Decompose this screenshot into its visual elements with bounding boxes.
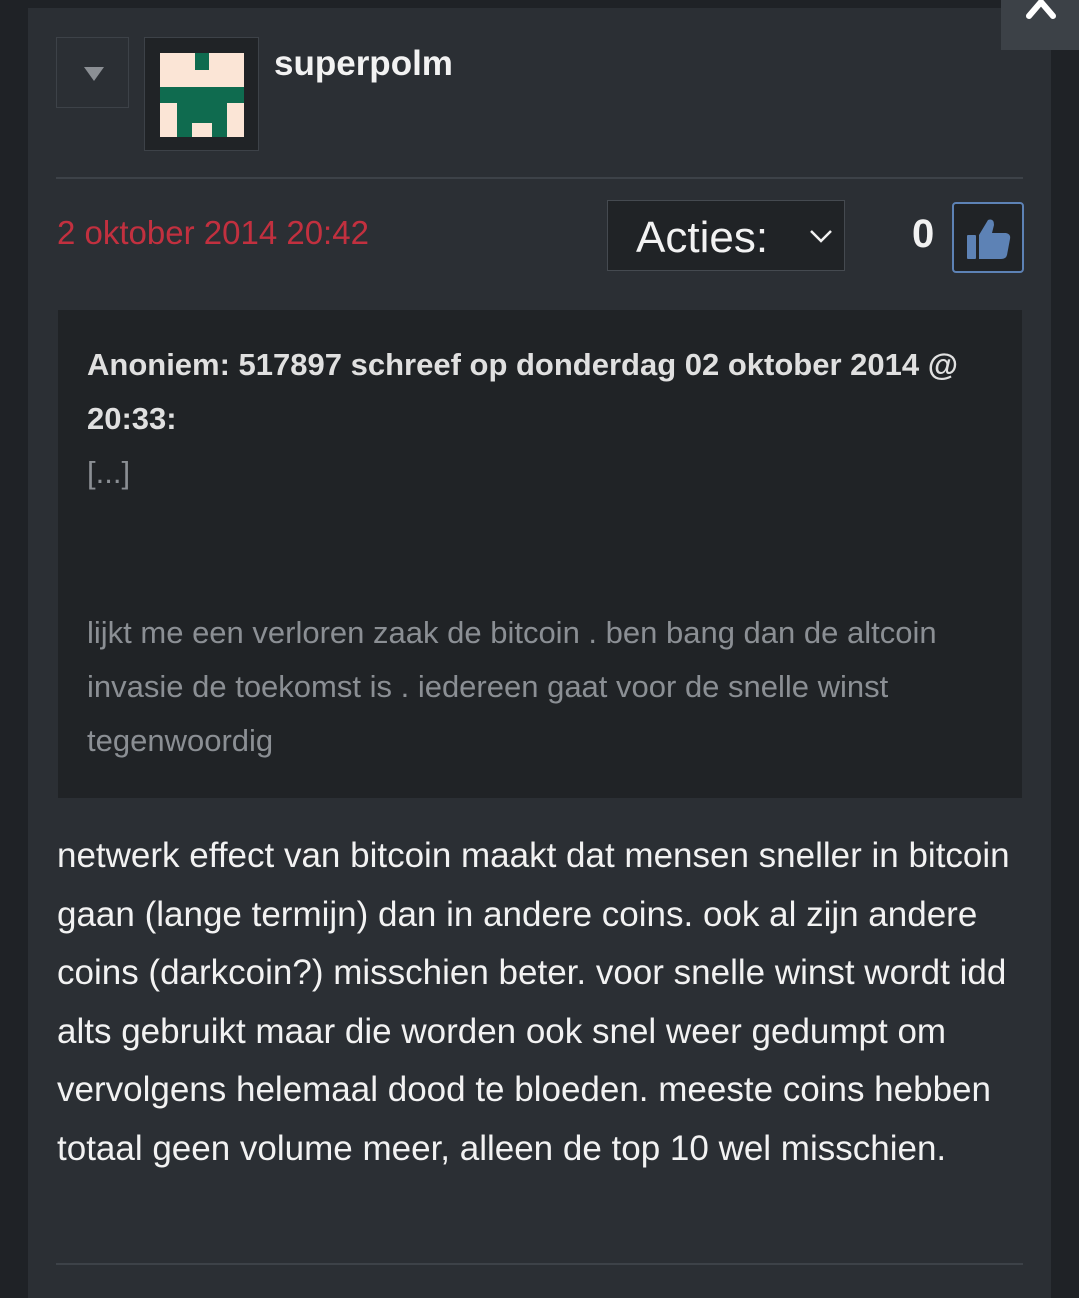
- like-count: 0: [912, 212, 935, 256]
- like-button[interactable]: [952, 202, 1024, 273]
- actions-label: Acties:: [636, 213, 769, 262]
- quote-header[interactable]: Anoniem: 517897 schreef op donderdag 02 …: [87, 338, 1007, 446]
- identicon: [160, 53, 244, 137]
- quote-text: lijkt me een verloren zaak de bitcoin . …: [87, 615, 937, 758]
- collapse-button[interactable]: [56, 37, 129, 108]
- chevron-up-icon: [1026, 0, 1056, 19]
- triangle-down-icon: [84, 67, 104, 81]
- chevron-down-icon: [810, 230, 832, 243]
- scroll-top-button[interactable]: [1001, 0, 1079, 50]
- post-date[interactable]: 2 oktober 2014 20:42: [57, 214, 369, 252]
- footer-divider: [56, 1263, 1023, 1265]
- thumbs-up-icon: [967, 219, 1011, 259]
- username[interactable]: superpolm: [274, 44, 453, 84]
- avatar[interactable]: [144, 37, 259, 151]
- header-divider: [56, 177, 1023, 179]
- quote-block: Anoniem: 517897 schreef op donderdag 02 …: [58, 310, 1022, 798]
- actions-dropdown[interactable]: Acties:: [607, 200, 845, 271]
- quote-ellipsis: [...]: [87, 455, 131, 490]
- post-body: netwerk effect van bitcoin maakt dat men…: [57, 836, 1010, 1168]
